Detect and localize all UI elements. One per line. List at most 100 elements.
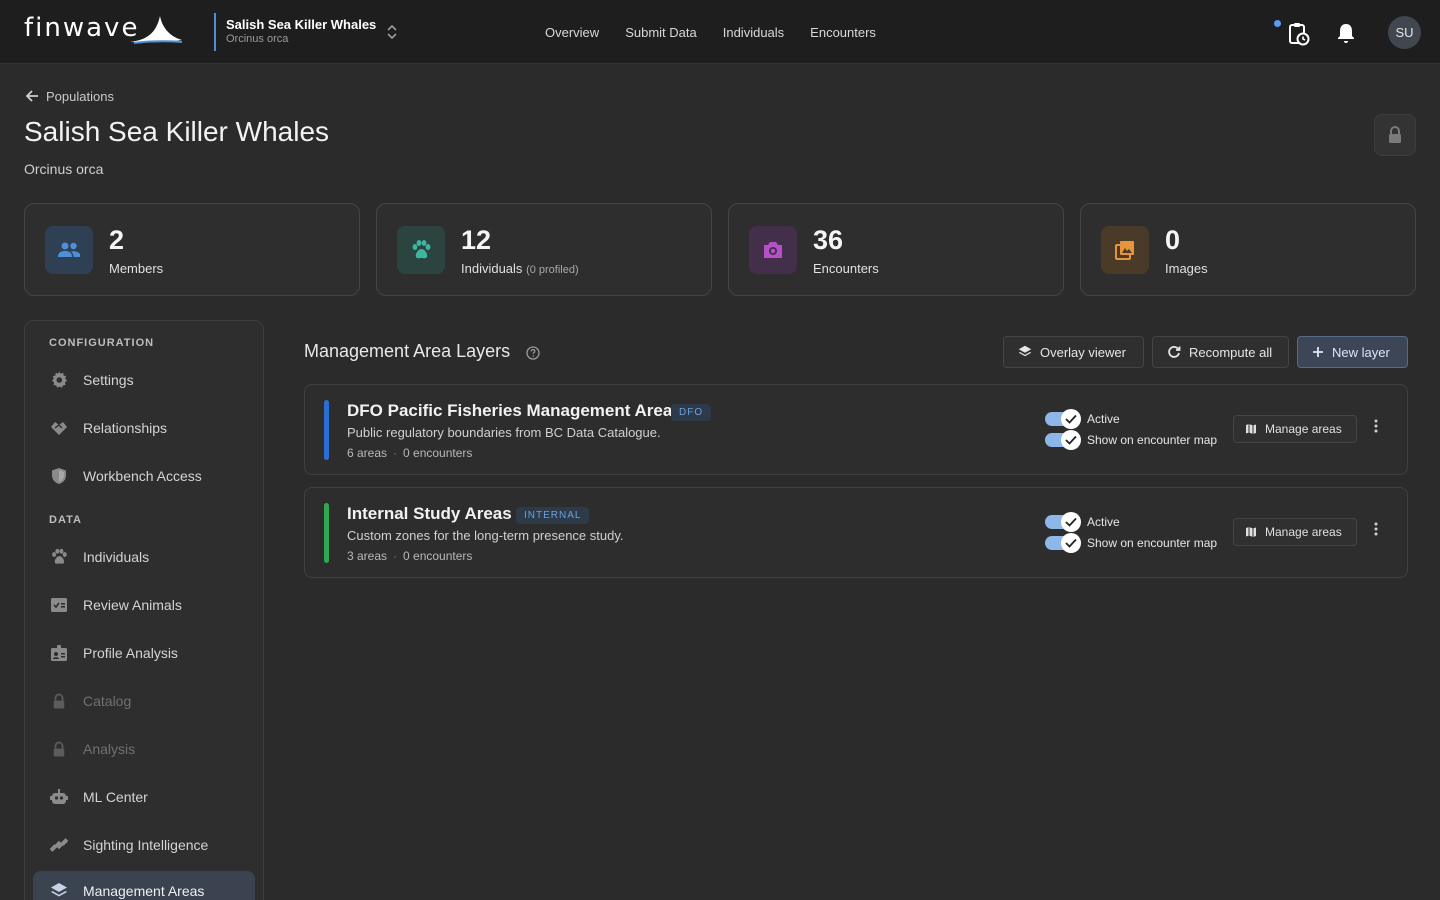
stat-card-images[interactable]: 0 Images bbox=[1080, 203, 1416, 296]
sidebar-item-label: Management Areas bbox=[83, 883, 205, 899]
layer-name: DFO Pacific Fisheries Management Areas bbox=[347, 401, 682, 420]
lock-button[interactable] bbox=[1374, 114, 1416, 156]
sidebar-item-label: Analysis bbox=[83, 741, 136, 757]
sidebar-section-configuration: CONFIGURATION bbox=[49, 337, 155, 349]
page-title: Salish Sea Killer Whales bbox=[24, 116, 330, 147]
sidebar-item-relationships[interactable]: Relationships bbox=[33, 408, 255, 448]
stat-icon-box bbox=[45, 226, 93, 274]
plus-icon bbox=[1313, 347, 1323, 357]
finwave-logo[interactable]: finwave bbox=[24, 10, 184, 46]
population-switcher-name: Salish Sea Killer Whales bbox=[226, 17, 377, 32]
people-icon bbox=[58, 242, 80, 257]
population-switcher-species: Orcinus orca bbox=[226, 33, 289, 45]
top-bar: finwave Salish Sea Killer Whales Orcinus… bbox=[0, 0, 1440, 64]
active-toggle-label: Active bbox=[1087, 515, 1120, 529]
toggle-track bbox=[1045, 512, 1081, 532]
stat-card-individuals[interactable]: 12 Individuals (0 profiled) bbox=[376, 203, 712, 296]
more-vert-icon[interactable] bbox=[1368, 521, 1384, 537]
new-layer-label: New layer bbox=[1332, 344, 1390, 360]
paw-icon bbox=[49, 547, 69, 567]
sidebar-item-sighting-intelligence[interactable]: Sighting Intelligence bbox=[33, 825, 255, 865]
lock-icon bbox=[49, 739, 69, 759]
back-to-populations-link[interactable]: Populations bbox=[24, 88, 114, 104]
back-label: Populations bbox=[46, 88, 114, 104]
nav-overview[interactable]: Overview bbox=[532, 25, 612, 40]
active-toggle[interactable]: Active bbox=[1045, 512, 1120, 532]
help-icon[interactable] bbox=[526, 346, 540, 360]
lock-icon bbox=[1389, 126, 1401, 143]
recompute-all-label: Recompute all bbox=[1189, 344, 1273, 360]
check-icon bbox=[1061, 533, 1081, 553]
page-subtitle: Orcinus orca bbox=[24, 161, 104, 177]
sidebar-item-catalog: Catalog bbox=[33, 681, 255, 721]
arrow-left-icon bbox=[25, 90, 38, 102]
bell-icon[interactable] bbox=[1336, 22, 1356, 44]
lock-icon bbox=[49, 691, 69, 711]
show-on-map-toggle[interactable]: Show on encounter map bbox=[1045, 533, 1218, 553]
sidebar-item-management-areas[interactable]: Management Areas bbox=[33, 871, 255, 900]
stat-value: 36 bbox=[813, 225, 844, 255]
stat-value: 2 bbox=[109, 225, 125, 255]
show-on-map-label: Show on encounter map bbox=[1087, 536, 1218, 550]
check-icon bbox=[1061, 430, 1081, 450]
images-icon bbox=[1115, 241, 1134, 260]
layer-name: Internal Study Areas bbox=[347, 504, 512, 523]
more-vert-icon[interactable] bbox=[1368, 418, 1384, 434]
clipboard-clock-icon[interactable] bbox=[1288, 22, 1310, 46]
show-on-map-toggle[interactable]: Show on encounter map bbox=[1045, 430, 1217, 450]
check-icon bbox=[1061, 512, 1081, 532]
notification-dot bbox=[1274, 20, 1281, 27]
stat-icon-box bbox=[1101, 226, 1149, 274]
layer-color-bar bbox=[324, 400, 329, 460]
overlay-viewer-label: Overlay viewer bbox=[1040, 344, 1126, 360]
meta-separator: · bbox=[393, 549, 398, 563]
nav-submit-data[interactable]: Submit Data bbox=[612, 25, 710, 40]
paw-icon bbox=[412, 240, 431, 259]
sidebar-item-label: Settings bbox=[83, 372, 134, 388]
layer-card-dfo[interactable]: DFO Pacific Fisheries Management Areas D… bbox=[304, 384, 1408, 475]
section-title: Management Area Layers bbox=[304, 341, 511, 361]
stat-label: Members bbox=[109, 261, 163, 276]
stat-label: Images bbox=[1165, 261, 1208, 276]
stat-label: Encounters bbox=[813, 261, 879, 276]
layer-encounter-count: 0 encounters bbox=[403, 446, 473, 460]
meta-separator: · bbox=[393, 446, 398, 460]
layer-card-internal[interactable]: Internal Study Areas INTERNAL Custom zon… bbox=[304, 487, 1408, 578]
toggle-track bbox=[1045, 409, 1081, 429]
manage-areas-label: Manage areas bbox=[1265, 525, 1342, 539]
manage-areas-button[interactable]: Manage areas bbox=[1233, 518, 1357, 546]
stat-card-members[interactable]: 2 Members bbox=[24, 203, 360, 296]
nav-encounters[interactable]: Encounters bbox=[797, 25, 889, 40]
toggle-track bbox=[1045, 430, 1081, 450]
population-switcher[interactable]: Salish Sea Killer Whales Orcinus orca bbox=[214, 13, 404, 51]
manage-areas-button[interactable]: Manage areas bbox=[1233, 415, 1357, 443]
new-layer-button[interactable]: New layer bbox=[1297, 336, 1408, 368]
sidebar-item-workbench-access[interactable]: Workbench Access bbox=[33, 456, 255, 496]
sidebar-item-label: Relationships bbox=[83, 420, 168, 436]
sidebar-item-review-animals[interactable]: Review Animals bbox=[33, 585, 255, 625]
sidebar-item-profile-analysis[interactable]: Profile Analysis bbox=[33, 633, 255, 673]
review-icon bbox=[49, 595, 69, 615]
sidebar-item-ml-center[interactable]: ML Center bbox=[33, 777, 255, 817]
stat-card-encounters[interactable]: 36 Encounters bbox=[728, 203, 1064, 296]
stat-icon-box bbox=[397, 226, 445, 274]
sidebar-section-data: DATA bbox=[49, 514, 82, 526]
sidebar-item-label: Sighting Intelligence bbox=[83, 837, 209, 853]
stat-label: Individuals (0 profiled) bbox=[461, 261, 579, 276]
sidebar-item-settings[interactable]: Settings bbox=[33, 360, 255, 400]
recompute-all-button[interactable]: Recompute all bbox=[1152, 336, 1289, 368]
check-icon bbox=[1061, 409, 1081, 429]
layer-area-count: 6 areas bbox=[347, 446, 388, 460]
layer-meta: 3 areas · 0 encounters bbox=[347, 549, 472, 563]
nav-individuals[interactable]: Individuals bbox=[710, 25, 797, 40]
stat-value: 12 bbox=[461, 225, 492, 255]
sidebar-item-individuals[interactable]: Individuals bbox=[33, 537, 255, 577]
user-avatar[interactable]: SU bbox=[1388, 16, 1421, 49]
handshake-icon bbox=[49, 418, 69, 438]
active-toggle-label: Active bbox=[1087, 412, 1120, 426]
manage-areas-label: Manage areas bbox=[1265, 422, 1342, 436]
overlay-viewer-button[interactable]: Overlay viewer bbox=[1003, 336, 1144, 368]
whale-tail-logo-icon bbox=[130, 16, 183, 44]
layer-meta: 6 areas · 0 encounters bbox=[347, 446, 472, 460]
active-toggle[interactable]: Active bbox=[1045, 409, 1120, 429]
